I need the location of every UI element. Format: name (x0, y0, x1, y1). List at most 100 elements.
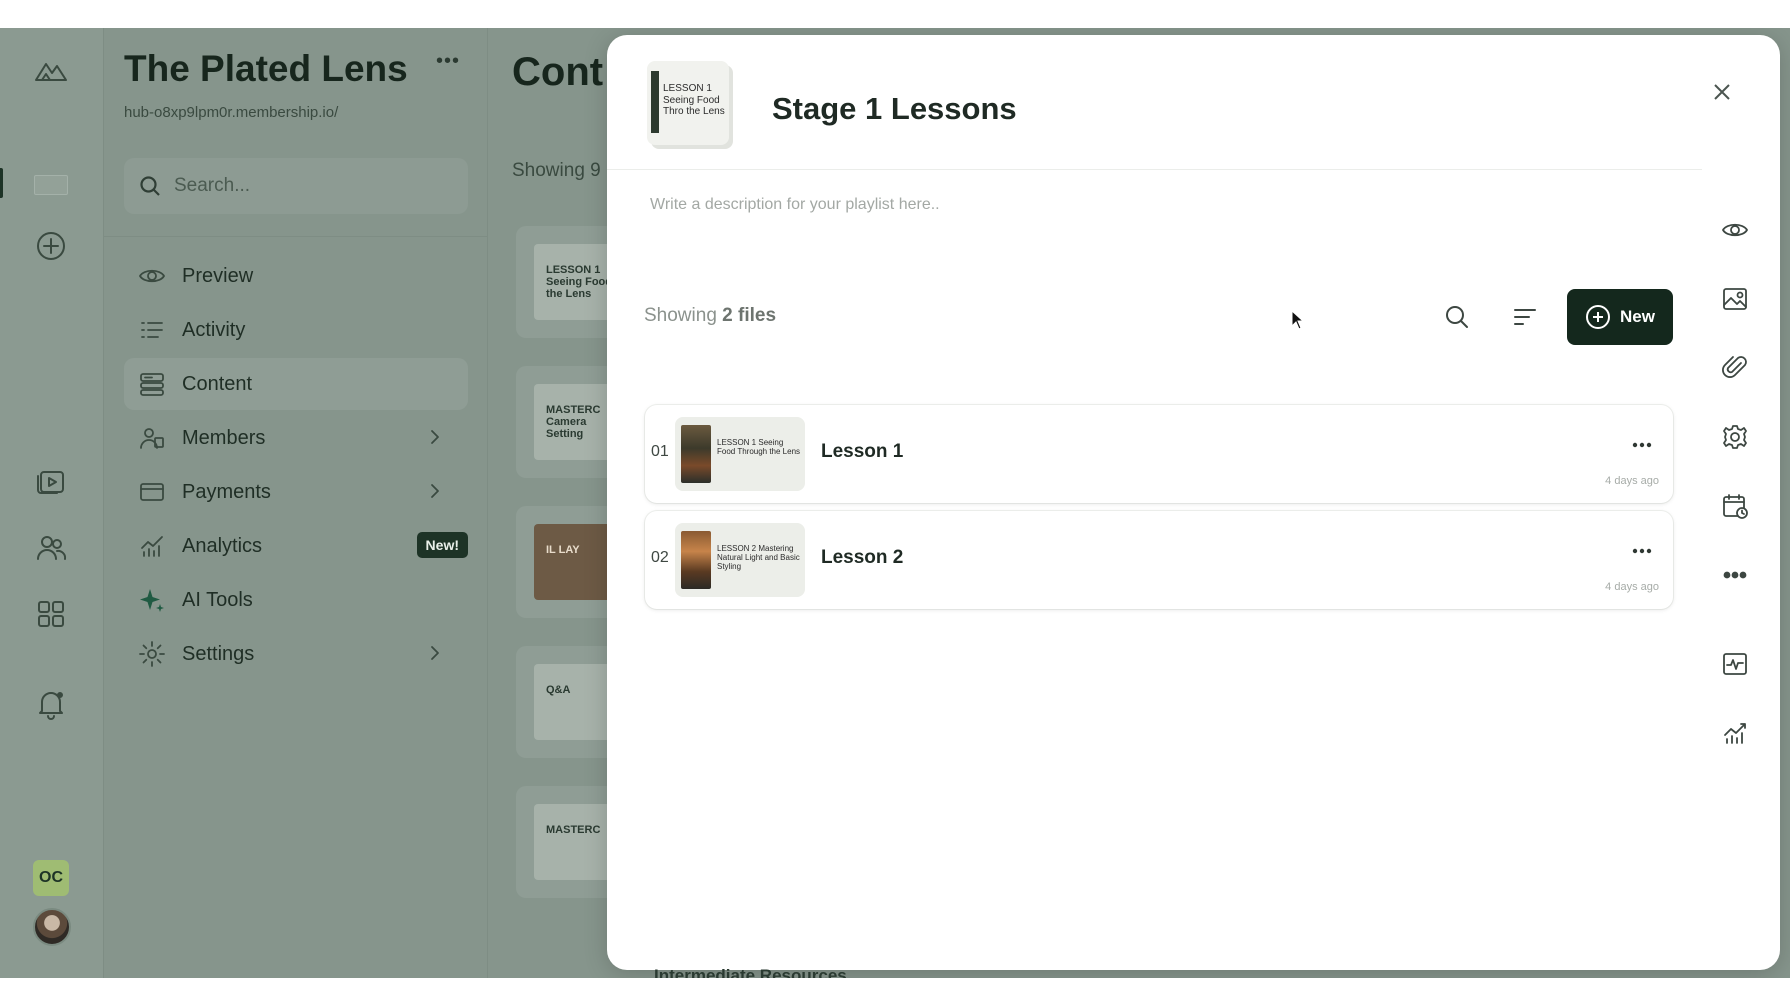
close-icon (1714, 84, 1730, 100)
mouse-cursor-icon (1291, 310, 1305, 330)
more-tools-button[interactable] (1715, 555, 1755, 595)
content-card[interactable]: MASTERC (516, 786, 616, 898)
sidebar-item-label: Members (182, 426, 266, 449)
new-button-label: New (1620, 307, 1655, 326)
sidebar-item-settings[interactable]: Settings (124, 628, 468, 680)
gear-icon (139, 641, 165, 667)
sidebar-item-label: AI Tools (182, 588, 253, 611)
content-card-thumb: MASTERC Camera Setting (534, 384, 616, 460)
playlist-modal: LESSON 1 Seeing Food Thro the Lens Stage… (607, 35, 1780, 970)
sidebar-item-label: Analytics (182, 534, 263, 557)
sidebar-item-label: Payments (182, 480, 271, 503)
chevron-right-icon (431, 430, 439, 444)
sidebar-item-ai-tools[interactable]: AI Tools (124, 574, 468, 626)
analytics-icon (141, 536, 163, 557)
file-thumbnail: LESSON 1 Seeing Food Through the Lens (675, 417, 805, 491)
content-heading: Cont (512, 50, 604, 94)
content-card-thumb: Q&A (534, 664, 616, 740)
sparkle-icon (140, 589, 164, 612)
sidebar-item-label: Settings (182, 642, 255, 665)
sort-icon (1514, 309, 1536, 325)
playlist-title[interactable]: Stage 1 Lessons (772, 91, 1017, 127)
sidebar-item-analytics[interactable]: Analytics New! (124, 520, 468, 572)
app-window: OC The Plated Lens ••• hub-o8xp9lpm0r.me… (0, 28, 1790, 978)
file-name[interactable]: Lesson 2 (821, 547, 903, 569)
image-tool-button[interactable] (1715, 279, 1755, 319)
close-button[interactable] (1707, 77, 1737, 107)
new-file-button[interactable]: New (1567, 289, 1673, 345)
description-field[interactable]: Write a description for your playlist he… (650, 196, 940, 214)
content-page: Cont Showing 9 LESSON 1 Seeing Food T th… (488, 28, 616, 978)
new-badge: New! (416, 532, 468, 558)
file-count-value: 2 files (722, 305, 777, 326)
more-icon (1632, 548, 1652, 554)
people-icon[interactable] (31, 528, 71, 568)
file-row[interactable]: 02 LESSON 2 Mastering Natural Light and … (645, 511, 1673, 609)
search-icon (1446, 306, 1468, 328)
bell-icon[interactable] (31, 684, 71, 724)
content-card[interactable]: Q&A (516, 646, 616, 758)
file-more-button[interactable] (1627, 435, 1657, 455)
content-card[interactable]: LESSON 1 Seeing Food T the Lens (516, 226, 616, 338)
preview-tool-button[interactable] (1715, 210, 1755, 250)
card-icon (140, 483, 164, 501)
more-icon (1723, 571, 1747, 579)
cover-photo-strip (651, 71, 659, 133)
playlist-cover[interactable]: LESSON 1 Seeing Food Thro the Lens (647, 61, 729, 145)
sidebar-item-members[interactable]: Members (124, 412, 468, 464)
header-divider (607, 169, 1702, 170)
sidebar-item-content[interactable]: Content (124, 358, 468, 410)
attachment-tool-button[interactable] (1715, 348, 1755, 388)
file-name[interactable]: Lesson 1 (821, 441, 903, 463)
pulse-icon (1723, 653, 1747, 675)
grid-apps-icon[interactable] (31, 594, 71, 634)
site-title: The Plated Lens (124, 48, 408, 89)
schedule-tool-button[interactable] (1715, 486, 1755, 526)
file-more-button[interactable] (1627, 541, 1657, 561)
members-icon (140, 428, 164, 449)
hub-thumbnail[interactable] (34, 175, 68, 195)
sidebar-item-label: Activity (182, 318, 246, 341)
profile-avatar[interactable] (33, 908, 71, 946)
sidebar-item-preview[interactable]: Preview (124, 250, 468, 302)
analytics-tool-button[interactable] (1715, 713, 1755, 753)
file-row[interactable]: 01 LESSON 1 Seeing Food Through the Lens… (645, 405, 1673, 503)
search-icon (140, 176, 160, 196)
calendar-icon (1723, 494, 1748, 519)
content-card-thumb: MASTERC (534, 804, 616, 880)
content-card[interactable]: IL LAY (516, 506, 616, 618)
image-icon (1723, 288, 1747, 310)
search-files-button[interactable] (1437, 297, 1477, 337)
paperclip-icon (1722, 356, 1747, 378)
sidebar-item-payments[interactable]: Payments (124, 466, 468, 518)
plus-circle-icon (1586, 305, 1611, 329)
activity-tool-button[interactable] (1715, 644, 1755, 684)
thumbnail-photo (681, 531, 711, 589)
thumbnail-text: LESSON 1 Seeing Food Through the Lens (717, 438, 801, 456)
icon-rail: OC (0, 28, 104, 978)
settings-tool-button[interactable] (1715, 417, 1755, 457)
site-more-icon[interactable]: ••• (436, 50, 460, 73)
add-circle-icon[interactable] (31, 226, 71, 266)
sidebar-search[interactable] (124, 158, 468, 214)
sidebar-item-label: Content (182, 372, 253, 395)
site-url[interactable]: hub-o8xp9lpm0r.membership.io/ (124, 104, 338, 121)
eye-icon (139, 269, 165, 283)
sort-button[interactable] (1505, 297, 1545, 337)
file-number: 02 (651, 549, 669, 566)
thumbnail-text: LESSON 2 Mastering Natural Light and Bas… (717, 544, 800, 571)
chevron-right-icon (431, 484, 439, 498)
sidebar: The Plated Lens ••• hub-o8xp9lpm0r.membe… (104, 28, 488, 978)
sidebar-item-label: Preview (182, 264, 254, 287)
search-input[interactable] (174, 175, 454, 197)
activity-list-icon (141, 322, 163, 338)
user-initials-avatar[interactable]: OC (33, 860, 69, 896)
file-thumbnail: LESSON 2 Mastering Natural Light and Bas… (675, 523, 805, 597)
mountain-logo-icon[interactable] (31, 50, 71, 90)
video-library-icon[interactable] (31, 461, 71, 501)
content-card-thumb: IL LAY (534, 524, 616, 600)
file-count-prefix: Showing (644, 305, 717, 326)
content-card[interactable]: MASTERC Camera Setting (516, 366, 616, 478)
file-number: 01 (651, 443, 669, 460)
sidebar-item-activity[interactable]: Activity (124, 304, 468, 356)
